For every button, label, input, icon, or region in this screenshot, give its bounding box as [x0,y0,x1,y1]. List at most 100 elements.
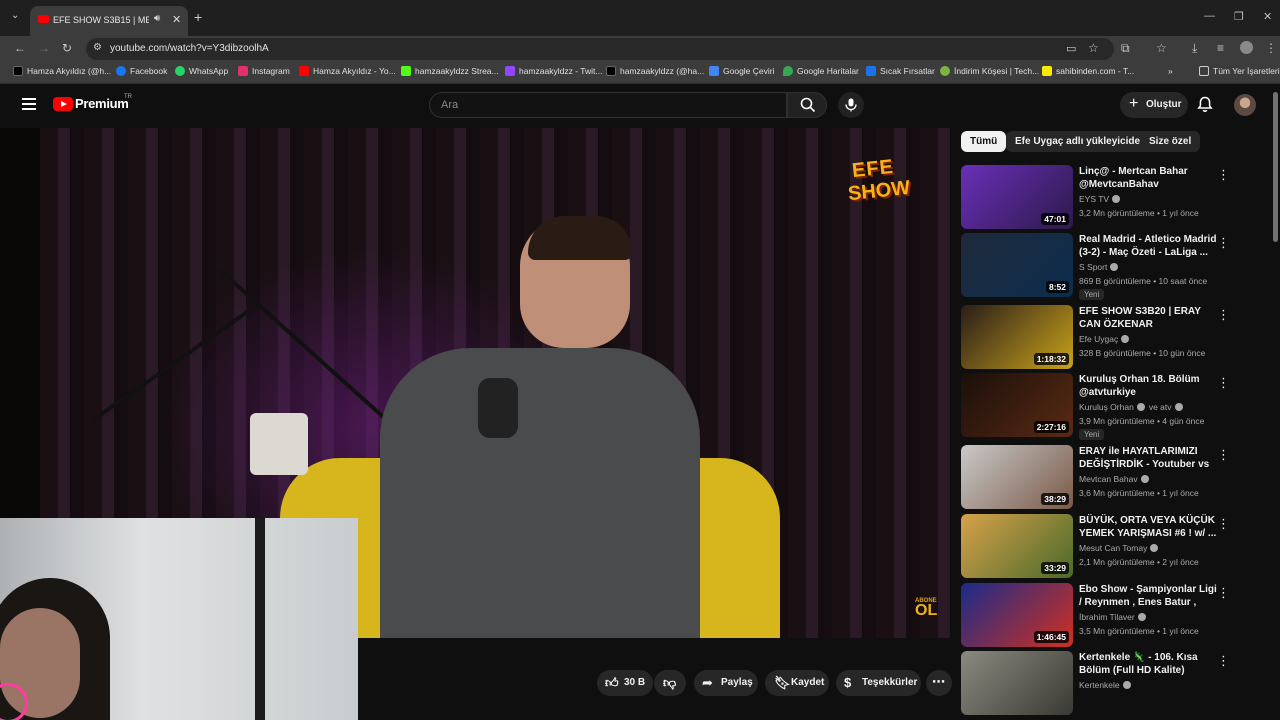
recommended-video[interactable]: 33:29 BÜYÜK, ORTA VEYA KÜÇÜK YEMEK YARIŞM… [961,514,1246,578]
channel-name-row[interactable]: İbrahim Tilaver [1079,612,1146,622]
video-thumbnail[interactable]: 1:18:32 [961,305,1073,369]
bookmark-item[interactable]: sahibinden.com - T... [1042,66,1134,76]
video-title[interactable]: Linç@ - Mertcan Bahar @MevtcanBahav [1079,165,1219,191]
address-bar[interactable]: ⚙ youtube.com/watch?v=Y3dibzoolhA ▭ ☆ [86,38,1114,60]
more-actions-button[interactable]: ⋯ [926,670,952,696]
subscribe-watermark-big[interactable]: OL [915,602,937,620]
more-vertical-icon[interactable]: ⋮ [1217,235,1230,251]
video-thumbnail[interactable] [961,651,1073,715]
video-title[interactable]: BÜYÜK, ORTA VEYA KÜÇÜK YEMEK YARIŞMASI #… [1079,514,1219,540]
recommended-video[interactable]: 1:18:32 EFE SHOW S3B20 | ERAY CAN ÖZKENAR… [961,305,1246,369]
bookmark-item[interactable]: Google Çeviri [709,66,775,76]
more-vertical-icon[interactable]: ⋮ [1217,516,1230,532]
channel-name-row[interactable]: Kertenkele [1079,680,1131,690]
video-thumbnail[interactable]: 2:27:16 [961,373,1073,437]
video-thumbnail[interactable]: 33:29 [961,514,1073,578]
tab-search-button[interactable]: ⌄ [11,10,19,21]
channel-name: EYS TV [1079,194,1110,204]
channel-name-row[interactable]: Mesut Can Tomay [1079,543,1159,553]
bookmark-item[interactable]: hamzaakyldzz Strea... [401,66,499,76]
bookmark-item[interactable]: Google Haritalar [783,66,859,76]
bookmark-item[interactable]: WhatsApp [175,66,228,76]
browser-tab-active[interactable]: EFE SHOW S3B15 | MERTCAN 🔊︎ ✕ [30,6,188,36]
recommended-video[interactable]: Kertenkele 🦎 - 106. Kısa Bölüm (Full HD … [961,651,1246,715]
search-input[interactable]: Ara [429,92,787,118]
share-button[interactable]: ➦ Paylaş [694,670,758,696]
create-button[interactable]: + Oluştur [1120,92,1188,118]
speaker-icon[interactable]: 🔊︎ [154,13,160,24]
video-title[interactable]: EFE SHOW S3B20 | ERAY CAN ÖZKENAR [1079,305,1219,331]
bookmarks-icon[interactable]: ☆ [1156,41,1167,55]
bookmark-item[interactable]: Hamza Akyıldız - Yo... [299,66,396,76]
voice-search-button[interactable] [838,92,864,118]
minimize-icon[interactable]: — [1204,10,1215,22]
all-bookmarks-folder[interactable]: Tüm Yer İşaretleri [1199,66,1280,76]
youtube-logo-icon[interactable] [53,97,73,111]
more-vertical-icon[interactable]: ⋮ [1217,653,1230,669]
bookmarks-overflow-icon[interactable]: » [1168,66,1173,76]
save-button[interactable]: 🔖︎ Kaydet [765,670,829,696]
bookmark-item[interactable]: İndirim Köşesi | Tech... [940,66,1039,76]
video-thumbnail[interactable]: 38:29 [961,445,1073,509]
forward-icon[interactable]: → [38,41,50,55]
video-title[interactable]: Kertenkele 🦎 - 106. Kısa Bölüm (Full HD … [1079,651,1219,677]
chip-for-you[interactable]: Size özel [1140,131,1201,152]
chip-all[interactable]: Tümü [961,131,1007,152]
profile-icon[interactable] [1240,41,1253,54]
close-window-icon[interactable]: ✕ [1263,10,1272,23]
video-title[interactable]: ERAY ile HAYATLARIMIZI DEĞİŞTİRDİK - You… [1079,445,1219,472]
recommended-video[interactable]: 47:01 Linç@ - Mertcan Bahar @MevtcanBahav… [961,165,1246,229]
channel-name-row[interactable]: Kuruluş Orhan ve atv [1079,402,1183,412]
channel-name: Mevtcan Bahav [1079,474,1138,484]
back-icon[interactable]: ← [14,41,26,55]
thanks-button[interactable]: $ Teşekkürler [836,670,921,696]
recommended-video[interactable]: 2:27:16 Kuruluş Orhan 18. Bölüm @atvturki… [961,373,1246,440]
video-title[interactable]: Kuruluş Orhan 18. Bölüm @atvturkiye [1079,373,1219,399]
bookmark-item[interactable]: Facebook [116,66,167,76]
bookmark-item[interactable]: hamzaakyldzz (@ha... [606,66,704,76]
bookmark-item[interactable]: hamzaakyldzz - Twit... [505,66,602,76]
video-thumbnail[interactable]: 47:01 [961,165,1073,229]
video-thumbnail[interactable]: 1:46:45 [961,583,1073,647]
extensions-icon[interactable]: ⧉ [1121,41,1130,56]
recommended-video[interactable]: 8:52 Real Madrid - Atletico Madrid (3-2) … [961,233,1246,300]
search-button[interactable] [787,92,827,118]
download-icon[interactable]: ⤓ [1192,41,1197,56]
chip-from-uploader[interactable]: Efe Uygaç adlı yükleyiciden [1006,131,1156,152]
bookmark-item[interactable]: Hamza Akyıldız (@h... [13,66,111,76]
channel-name-row[interactable]: Mevtcan Bahav [1079,474,1149,484]
channel-name-row[interactable]: EYS TV [1079,194,1121,204]
media-icon[interactable]: ≡ [1217,41,1224,55]
restore-icon[interactable]: ❐ [1234,10,1244,23]
bookmark-star-icon[interactable]: ☆ [1088,41,1099,55]
tab-close-icon[interactable]: ✕ [172,13,181,26]
new-tab-button[interactable]: + [194,9,202,25]
hamburger-menu-icon[interactable] [22,98,36,110]
cast-icon[interactable]: ▭ [1066,42,1076,55]
dislike-button[interactable]: 👎︎ [654,670,686,696]
browser-tab-strip: ⌄ EFE SHOW S3B15 | MERTCAN 🔊︎ ✕ + — ❐ ✕ [0,0,1280,36]
more-vertical-icon[interactable]: ⋮ [1217,375,1230,391]
video-title[interactable]: Ebo Show - Şampiyonlar Ligi / Reynmen , … [1079,583,1219,610]
channel-name-row[interactable]: Efe Uygaç [1079,334,1130,344]
bookmark-item[interactable]: Instagram [238,66,290,76]
recommended-video[interactable]: 1:46:45 Ebo Show - Şampiyonlar Ligi / Rey… [961,583,1246,647]
reload-icon[interactable]: ↻ [62,41,72,55]
channel-name-row[interactable]: S Sport [1079,262,1119,272]
more-vertical-icon[interactable]: ⋮ [1217,167,1230,183]
bookmark-item[interactable]: Sıcak Fırsatlar [866,66,935,76]
video-title[interactable]: Real Madrid - Atletico Madrid (3-2) - Ma… [1079,233,1219,259]
like-button[interactable]: 👍︎ 30 B [597,670,653,696]
menu-icon[interactable]: ⋮ [1265,41,1277,55]
more-vertical-icon[interactable]: ⋮ [1217,585,1230,601]
site-info-icon[interactable]: ⚙ [93,42,102,53]
youtube-brand[interactable]: Premium [75,96,129,111]
video-thumbnail[interactable]: 8:52 [961,233,1073,297]
notifications-button[interactable] [1197,96,1213,118]
recommended-video[interactable]: 38:29 ERAY ile HAYATLARIMIZI DEĞİŞTİRDİK … [961,445,1246,509]
more-vertical-icon[interactable]: ⋮ [1217,447,1230,463]
youtube-favicon-icon [38,15,49,23]
account-avatar[interactable] [1234,94,1256,116]
more-vertical-icon[interactable]: ⋮ [1217,307,1230,323]
page-scrollbar[interactable] [1273,92,1278,242]
